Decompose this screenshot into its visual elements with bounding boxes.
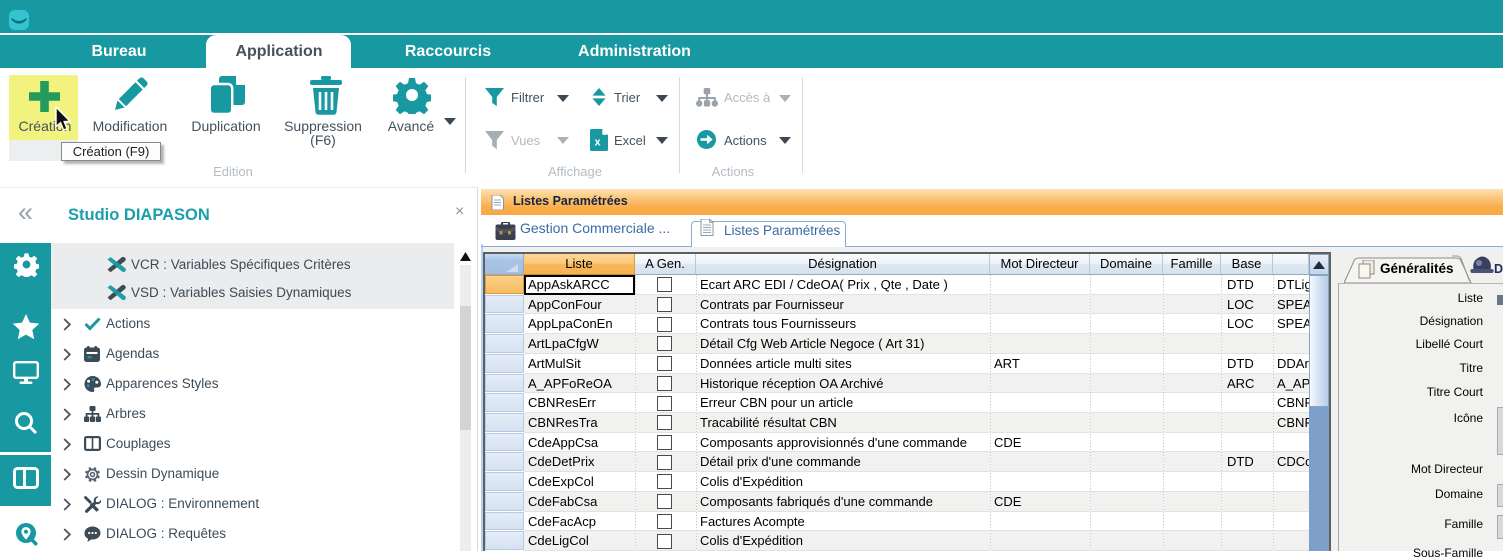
svg-text:x: x [594,137,601,149]
